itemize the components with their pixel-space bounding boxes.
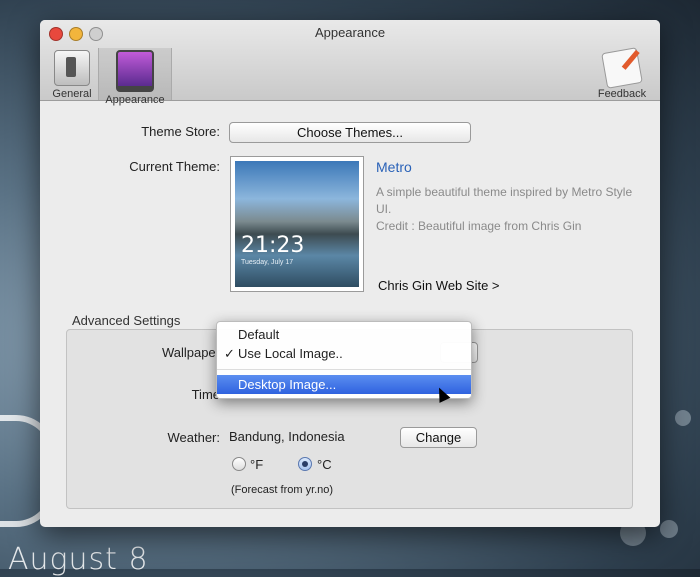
theme-credit-text: Credit : Beautiful image from Chris Gin [376,219,582,233]
desktop-date: August 8 [8,542,149,577]
advanced-settings-title: Advanced Settings [72,313,181,328]
toolbar-appearance[interactable]: Appearance [98,48,172,106]
menu-item-desktop-image[interactable]: Desktop Image... [217,375,471,394]
theme-store-label: Theme Store: [141,124,220,139]
note-pencil-icon [601,47,643,89]
celsius-radio[interactable] [298,457,312,471]
theme-description: A simple beautiful theme inspired by Met… [376,184,646,235]
fahrenheit-radio[interactable] [232,457,246,471]
toolbar-appearance-label: Appearance [105,94,165,106]
monitor-icon [116,50,154,92]
toolbar-general[interactable]: General [44,48,100,100]
theme-preview-thumbnail: 21:23 Tuesday, July 17 [230,156,364,292]
toolbar-feedback[interactable]: Feedback [592,47,652,100]
menu-item-default[interactable]: Default [217,325,471,344]
menu-item-label: Use Local Image.. [238,346,343,361]
window-title: Appearance [314,25,386,40]
menu-item-label: Desktop Image... [238,377,337,392]
current-theme-label: Current Theme: [129,159,220,174]
time-label: Time [191,387,220,402]
toolbar-feedback-label: Feedback [597,88,647,100]
wallpaper-label: Wallpaper [161,345,220,360]
theme-author-link[interactable]: Chris Gin Web Site > [378,278,500,293]
forecast-source-note: (Forecast from yr.no) [231,484,334,496]
celsius-label: °C [317,457,332,472]
menu-separator [217,369,471,370]
wallpaper-menu: Default ✓ Use Local Image.. Desktop Imag… [216,321,472,399]
theme-name: Metro [376,159,412,175]
choose-themes-button[interactable]: Choose Themes... [229,122,471,143]
menu-item-label: Default [238,327,280,342]
toolbar-general-label: General [52,88,92,100]
desktop-bokeh [675,410,691,426]
checkmark-icon: ✓ [224,346,235,361]
title-bar: Appearance General Appearance Feedback [40,20,660,106]
desktop-bokeh [660,520,678,538]
appearance-window: Appearance General Appearance Feedback T… [40,20,660,527]
thumb-date: Tuesday, July 17 [241,259,294,266]
theme-preview-image: 21:23 Tuesday, July 17 [235,161,359,287]
weather-location: Bandung, Indonesia [229,429,345,444]
menu-item-use-local-image[interactable]: ✓ Use Local Image.. [217,344,471,363]
change-location-button[interactable]: Change [400,427,477,448]
theme-description-text: A simple beautiful theme inspired by Met… [376,185,633,216]
switch-icon [54,50,90,86]
weather-label: Weather: [167,430,220,445]
thumb-time: 21:23 [241,233,305,258]
fahrenheit-label: °F [250,457,264,472]
